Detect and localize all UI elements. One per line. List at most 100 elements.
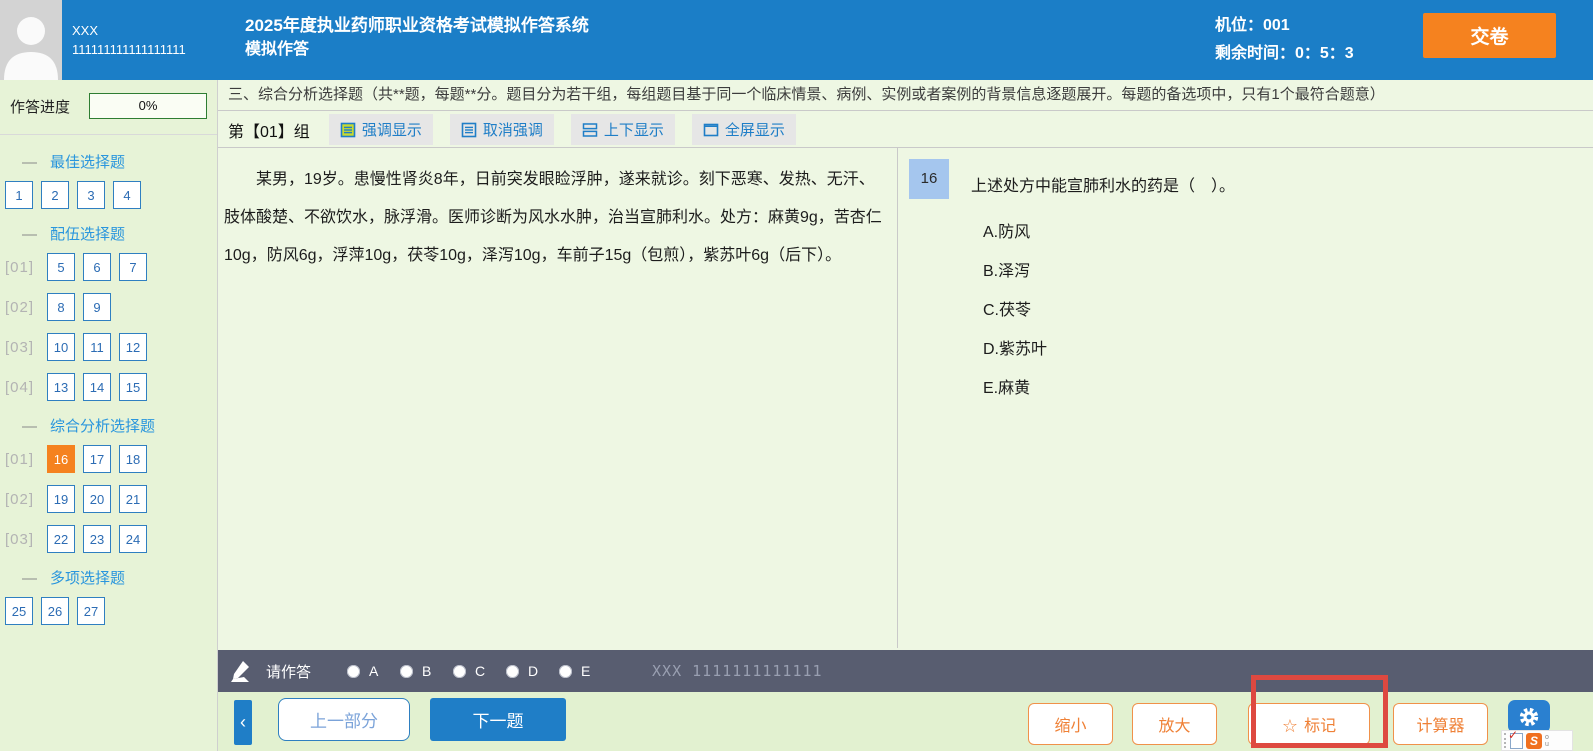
progress-label: 作答进度 [10,96,70,117]
station-label: 机位：001 [1215,12,1354,40]
question-nav-4[interactable]: 4 [113,181,141,209]
zoom-in-button[interactable]: 放大 [1132,703,1217,745]
star-icon: ☆ [1282,716,1298,736]
fullscreen-button[interactable]: 全屏显示 [692,114,796,145]
vertical-split-button[interactable]: 上下显示 [571,114,675,145]
person-silhouette-icon [0,0,62,80]
answer-radio-e[interactable]: E [559,663,612,679]
question-nav-26[interactable]: 26 [41,597,69,625]
user-id: 111111111111111111 [72,40,186,59]
answer-radio-b[interactable]: B [400,663,453,679]
group-label: [02] [5,491,39,508]
question-nav-7[interactable]: 7 [119,253,147,281]
cancel-highlight-button[interactable]: 取消强调 [450,114,554,145]
pen-icon [228,659,254,684]
radio-icon[interactable] [559,665,572,678]
question-nav-19[interactable]: 19 [47,485,75,513]
option-c[interactable]: C.茯苓 [983,288,1047,327]
question-nav-5[interactable]: 5 [47,253,75,281]
radio-icon[interactable] [400,665,413,678]
exam-app: XXX 111111111111111111 2025年度执业药师职业资格考试模… [0,0,1593,751]
section-title-text: 多项选择题 [50,570,125,587]
question-group-row: [03] 22 23 24 [0,525,217,553]
collapse-dash-icon: — [22,226,37,243]
question-nav-18[interactable]: 18 [119,445,147,473]
question-nav-3[interactable]: 3 [77,181,105,209]
radio-icon[interactable] [347,665,360,678]
question-content-area: 某男，19岁。患慢性肾炎8年，日前突发眼睑浮肿，遂来就诊。刻下恶寒、发热、无汗、… [218,147,1593,647]
sidebar-section-title[interactable]: —综合分析选择题 [0,415,217,436]
input-method-tray[interactable]: ✓ S ou [1501,730,1573,751]
radio-icon[interactable] [506,665,519,678]
sidebar-section-title[interactable]: —多项选择题 [0,567,217,588]
answer-bar: 请作答 ABCDE XXX 1111111111111 [218,650,1593,692]
cancel-highlight-label: 取消强调 [483,119,543,140]
collapse-dash-icon: — [22,418,37,435]
sogou-input-icon[interactable]: S [1526,733,1542,749]
question-nav-15[interactable]: 15 [119,373,147,401]
question-nav-13[interactable]: 13 [47,373,75,401]
tray-handle-icon[interactable] [1504,733,1507,748]
sidebar-section-title[interactable]: —最佳选择题 [0,151,217,172]
bottom-toolbar: ‹ 上一部分 下一题 缩小 放大 ☆标记 计算器 [218,692,1593,751]
question-nav-11[interactable]: 11 [83,333,111,361]
question-nav-17[interactable]: 17 [83,445,111,473]
user-name: XXX [72,21,186,40]
question-nav-12[interactable]: 12 [119,333,147,361]
highlight-display-button[interactable]: 强调显示 [329,114,433,145]
question-nav-20[interactable]: 20 [83,485,111,513]
option-e[interactable]: E.麻黄 [983,366,1047,405]
question-nav-24[interactable]: 24 [119,525,147,553]
option-d[interactable]: D.紫苏叶 [983,327,1047,366]
question-nav-10[interactable]: 10 [47,333,75,361]
collapse-sidebar-button[interactable]: ‹ [234,700,252,745]
question-nav-22[interactable]: 22 [47,525,75,553]
time-remaining: 剩余时间：0：5：3 [1215,40,1354,68]
submit-exam-button[interactable]: 交卷 [1423,13,1556,58]
question-group-row: [03] 10 11 12 [0,333,217,361]
question-nav-9[interactable]: 9 [83,293,111,321]
question-nav-8[interactable]: 8 [47,293,75,321]
group-label: [03] [5,339,39,356]
option-a[interactable]: A.防风 [983,210,1047,249]
question-group-row: [04]131415 [0,373,217,401]
question-nav-21[interactable]: 21 [119,485,147,513]
option-label: C.茯苓 [983,296,1031,320]
question-nav-6[interactable]: 6 [83,253,111,281]
check-icon: ✓ [1508,728,1518,742]
previous-section-button[interactable]: 上一部分 [278,698,410,741]
radio-label: D [528,663,538,679]
user-avatar [0,0,62,80]
question-nav-27[interactable]: 27 [77,597,105,625]
question-nav-1[interactable]: 1 [5,181,33,209]
notepad-icon[interactable]: ✓ [1510,733,1523,749]
question-nav-14[interactable]: 14 [83,373,111,401]
answer-radio-c[interactable]: C [453,663,506,679]
split-view-icon [582,122,598,138]
option-label: E.麻黄 [983,374,1030,398]
option-label: B.泽泻 [983,257,1030,281]
unhighlight-icon [461,122,477,138]
header-bar: XXX 111111111111111111 2025年度执业药师职业资格考试模… [0,0,1593,80]
answer-radio-d[interactable]: D [506,663,559,679]
next-question-button[interactable]: 下一题 [430,698,566,741]
question-nav-sidebar: 作答进度 0% —最佳选择题1234—配伍选择题[01]567[02]89[03… [0,80,218,751]
group-label: 第【01】组 [228,118,310,142]
mark-question-button[interactable]: ☆标记 [1248,703,1370,745]
question-group-row: [02] 19 20 21 [0,485,217,513]
group-label: [03] [5,531,39,548]
radio-icon[interactable] [453,665,466,678]
question-group-row: [02]89 [0,293,217,321]
question-nav-16[interactable]: 16 [47,445,75,473]
question-number-badge: 16 [909,159,949,199]
zoom-out-button[interactable]: 缩小 [1028,703,1113,745]
question-nav-23[interactable]: 23 [83,525,111,553]
session-info: 机位：001 剩余时间：0：5：3 [1215,12,1354,68]
sidebar-section-title[interactable]: —配伍选择题 [0,223,217,244]
question-nav-2[interactable]: 2 [41,181,69,209]
answer-radio-a[interactable]: A [347,663,400,679]
answer-choices: ABC D E [347,663,612,679]
option-b[interactable]: B.泽泻 [983,249,1047,288]
question-nav-25[interactable]: 25 [5,597,33,625]
calculator-button[interactable]: 计算器 [1393,703,1488,745]
